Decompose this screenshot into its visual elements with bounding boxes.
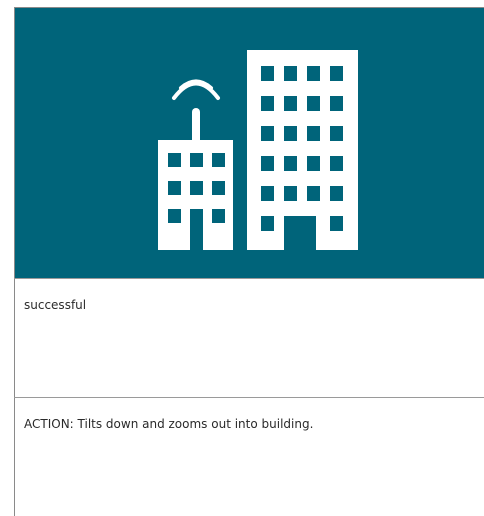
hero-panel xyxy=(15,8,484,278)
divider-top xyxy=(14,278,484,279)
buildings-with-antenna-icon xyxy=(158,50,358,250)
status-text: successful xyxy=(24,298,87,312)
action-description: ACTION: Tilts down and zooms out into bu… xyxy=(24,417,314,431)
divider-middle xyxy=(14,397,484,398)
